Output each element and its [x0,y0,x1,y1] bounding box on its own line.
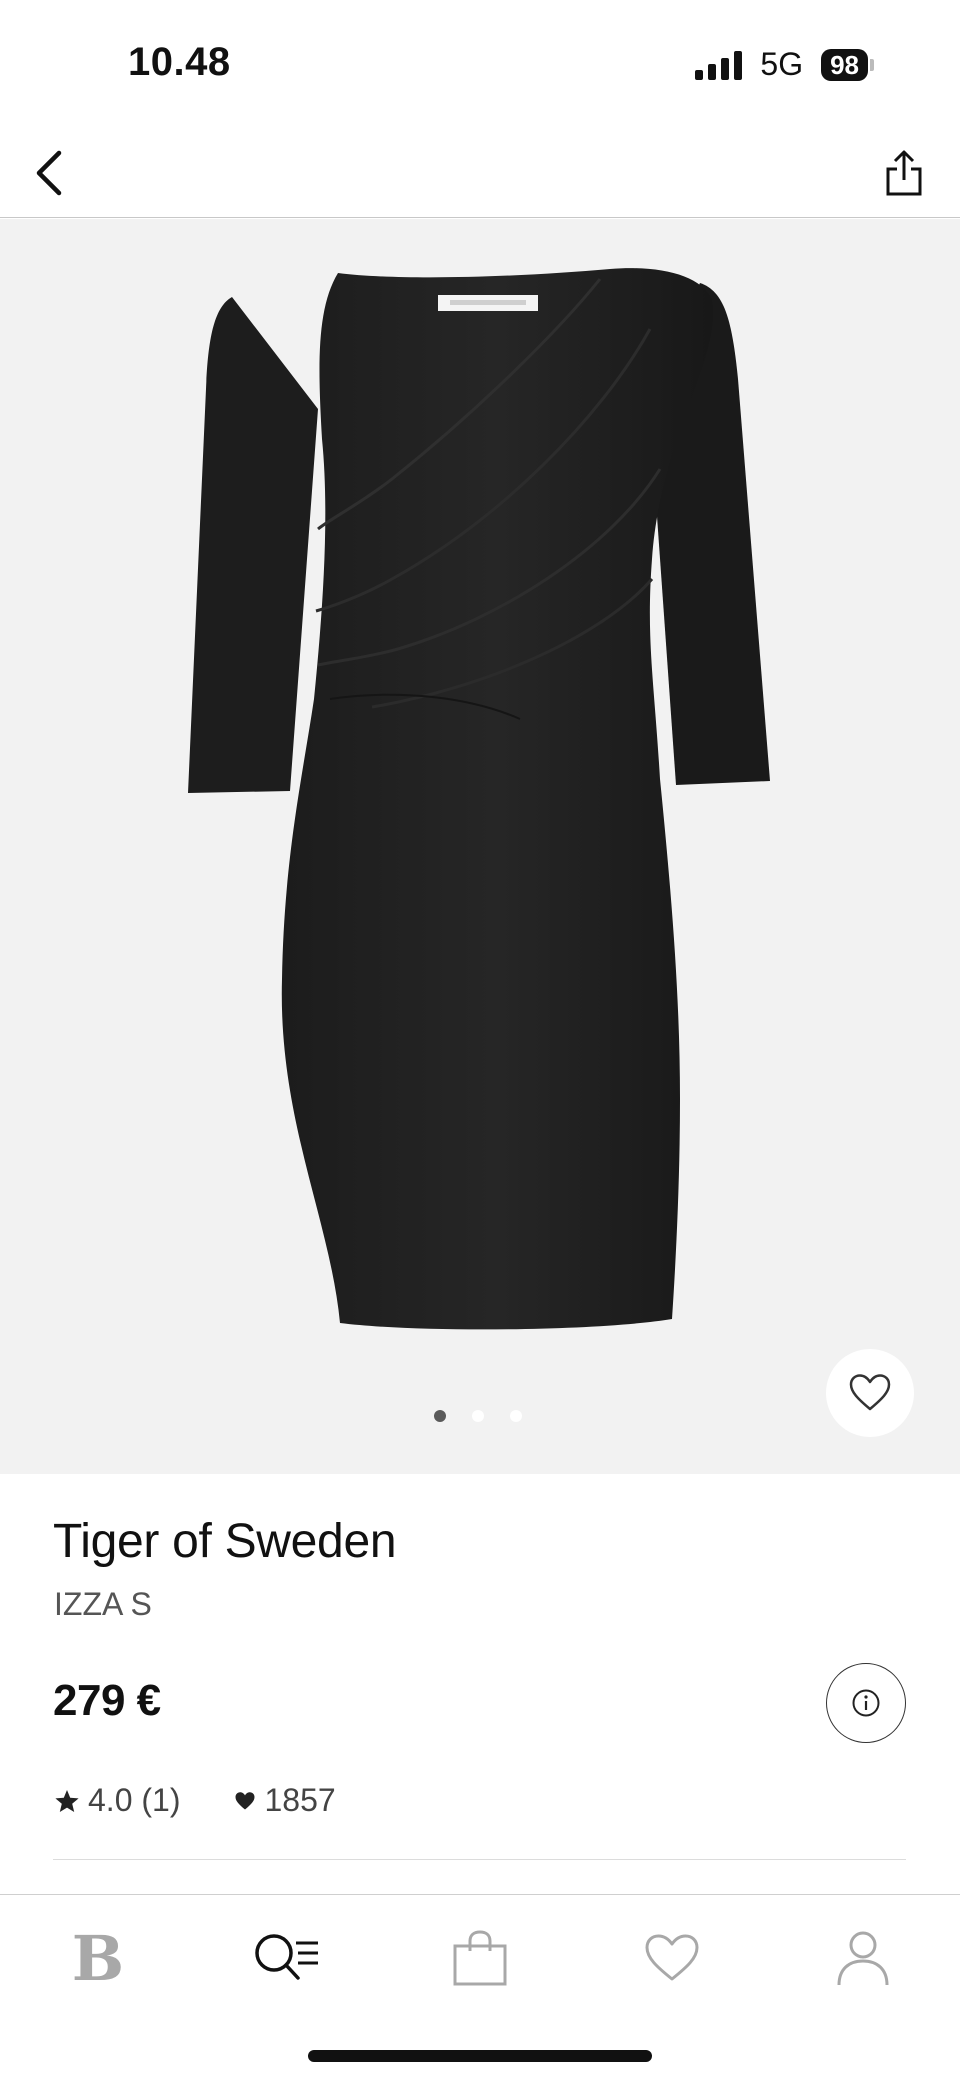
tab-bag[interactable] [430,1913,530,2003]
tab-wishlist[interactable] [622,1913,722,2003]
nav-bar [0,130,960,218]
share-button[interactable] [874,138,934,208]
product-brand[interactable]: Tiger of Sweden [53,1514,397,1569]
heart-icon [645,1934,699,1981]
status-time: 10.48 [128,40,231,84]
product-image-gallery[interactable] [0,219,960,1474]
likes-count: 1857 [264,1782,336,1818]
gallery-pagination[interactable] [434,1410,522,1422]
tab-account[interactable] [813,1913,913,2003]
tab-search[interactable] [237,1913,337,2003]
rating[interactable]: 4.0 (1) [54,1782,180,1819]
gallery-dot[interactable] [434,1410,446,1422]
battery-icon: 98 [821,48,874,81]
likes: 1857 [234,1782,336,1819]
brand-logo: B [71,1921,125,1995]
product-name: IZZA S [54,1586,152,1622]
star-icon [55,1789,79,1812]
signal-icon [695,50,743,80]
product-image [188,268,770,1330]
rating-value: 4.0 (1) [88,1782,181,1818]
share-icon [886,150,922,196]
person-icon [837,1931,889,1986]
info-button[interactable] [826,1663,906,1743]
chevron-left-icon [36,150,62,196]
network-type: 5G [760,46,804,82]
status-indicators: 5G 98 [695,46,874,83]
divider [53,1859,906,1860]
gallery-dot[interactable] [472,1410,484,1422]
gallery-dot[interactable] [510,1410,522,1422]
search-list-icon [255,1934,318,1980]
product-price: 279 € [53,1676,161,1725]
battery-level: 98 [821,48,868,81]
tab-home[interactable]: B [48,1913,148,2003]
info-icon [852,1689,880,1717]
heart-icon [235,1791,255,1809]
product-stats: 4.0 (1) 1857 [54,1782,336,1819]
shopping-bag-icon [453,1930,507,1986]
back-button[interactable] [20,138,80,208]
add-to-wishlist-button[interactable] [826,1349,914,1437]
status-bar: 10.48 5G 98 [0,0,960,130]
heart-outline-icon [849,1374,891,1411]
home-indicator[interactable] [308,2050,652,2062]
